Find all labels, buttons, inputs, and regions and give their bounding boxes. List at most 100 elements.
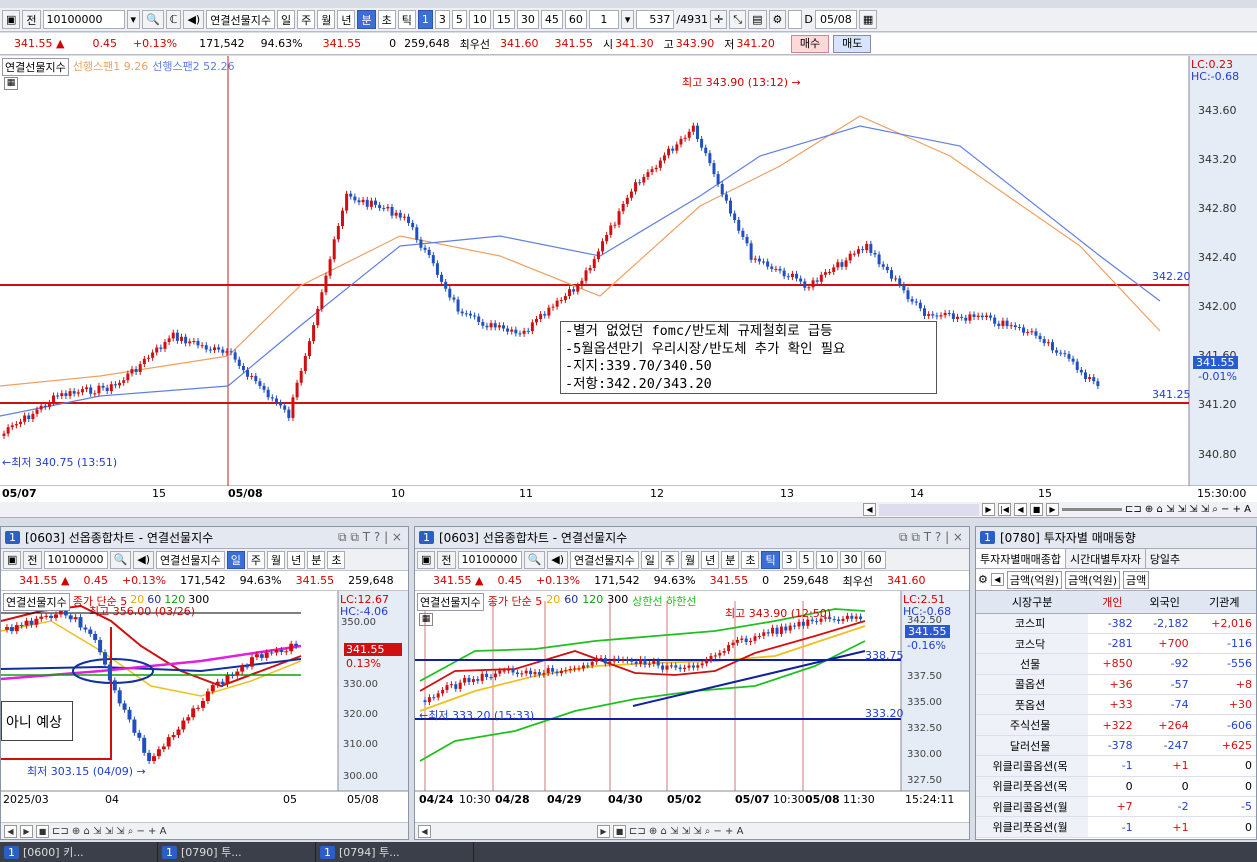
panel1-period-year[interactable]: 년	[287, 550, 306, 569]
save-icon[interactable]: ▤	[748, 10, 767, 29]
panel2-symbol[interactable]: 연결선물지수	[570, 550, 639, 569]
panel2-jeon[interactable]: 전	[437, 550, 456, 569]
tab-today[interactable]: 당일추	[1146, 549, 1184, 568]
panel2-period-year[interactable]: 년	[701, 550, 720, 569]
interval-30[interactable]: 30	[516, 10, 539, 29]
layout-icon[interactable]: ▣	[2, 10, 21, 29]
panel1-period-second[interactable]: 초	[327, 550, 346, 569]
interval-15[interactable]: 15	[492, 10, 515, 29]
panel2-period-tick[interactable]: 틱	[761, 550, 780, 569]
panel2-code[interactable]: 10100000	[457, 550, 522, 569]
calendar-icon[interactable]: ▦	[858, 10, 878, 29]
panel1-period-month[interactable]: 월	[266, 550, 286, 569]
date-checkbox[interactable]	[788, 10, 803, 29]
panel1-period-minute[interactable]: 분	[307, 550, 326, 569]
task-0790[interactable]: 1 [0790] 투...	[158, 842, 316, 862]
search-icon[interactable]: 🔍	[142, 10, 164, 29]
zoom-icon[interactable]: ⤡	[729, 10, 747, 29]
panel2-play-icon[interactable]: ■	[613, 824, 626, 838]
interval-5[interactable]: 5	[451, 10, 467, 29]
panel1-legend-symbol[interactable]: 연결선물지수	[3, 593, 70, 611]
panel2-period-day[interactable]: 일	[640, 550, 659, 569]
panel2-layout-icon[interactable]: ▣	[417, 550, 436, 569]
panel2-interval-60[interactable]: 60	[863, 550, 886, 569]
grid-icon[interactable]: ▦	[4, 77, 18, 90]
chart-type-icon[interactable]: ℂ	[165, 10, 182, 29]
panel2-sound-icon[interactable]: ◀)	[547, 550, 568, 569]
panel3-opt3[interactable]: 금액	[1123, 570, 1150, 589]
panel1-window-controls[interactable]: ⧉ ⧉ T ? | ×	[338, 530, 408, 545]
panel2-period-month[interactable]: 월	[680, 550, 700, 569]
period-second[interactable]: 초	[377, 10, 396, 29]
speed-slider[interactable]	[1062, 508, 1122, 511]
gear-icon[interactable]: ⚙	[768, 10, 787, 29]
panel3-gear-icon[interactable]: ⚙	[978, 573, 988, 586]
panel1-tool-icons[interactable]: ⊏⊐ ⊕ ⌂ ⇲ ⇲ ⇲ ⌕ − + A	[52, 826, 166, 837]
unit-dropdown-icon[interactable]: ▾	[620, 10, 635, 29]
panel2-period-week[interactable]: 주	[660, 550, 679, 569]
panel2-scroll-right-icon[interactable]: ▶	[597, 824, 610, 838]
crosshair-icon[interactable]: ✛	[710, 10, 728, 29]
interval-1[interactable]: 1	[417, 10, 433, 29]
period-week[interactable]: 주	[297, 10, 316, 29]
dropdown-icon[interactable]: ▾	[126, 10, 141, 29]
period-minute[interactable]: 분	[357, 10, 376, 29]
panel3-opt2[interactable]: 금액(억원)	[1064, 570, 1121, 589]
panel1-symbol[interactable]: 연결선물지수	[156, 550, 225, 569]
interval-10[interactable]: 10	[468, 10, 491, 29]
panel3-opt1[interactable]: 금액(억원)	[1006, 570, 1062, 589]
panel2-search-icon[interactable]: 🔍	[523, 550, 546, 569]
jeon-button[interactable]: 전	[22, 10, 41, 29]
panel1-play-icon[interactable]: ■	[36, 824, 49, 838]
interval-60[interactable]: 60	[564, 10, 587, 29]
sell-button[interactable]: 매도	[833, 34, 872, 53]
period-tick[interactable]: 틱	[397, 10, 416, 29]
panel1-period-day[interactable]: 일	[226, 550, 245, 569]
scroll-thumb[interactable]	[879, 503, 979, 516]
scroll-left-icon[interactable]: ◀	[863, 503, 876, 516]
panel1-plot[interactable]: 연결선물지수 종가 단순 5 20 60 120 300 최고 356.00 (…	[1, 591, 408, 822]
panel1-scroll-right-icon[interactable]: ▶	[20, 824, 33, 838]
count-input[interactable]: 537	[636, 10, 675, 29]
play-back-icon[interactable]: |◀	[998, 503, 1011, 516]
period-year[interactable]: 년	[337, 10, 356, 29]
interval-45[interactable]: 45	[540, 10, 563, 29]
play-stop-icon[interactable]: ■	[1030, 503, 1043, 516]
panel2-scroll-left-icon[interactable]: ◀	[418, 824, 431, 838]
play-next-icon[interactable]: ▶	[1046, 503, 1059, 516]
task-0794[interactable]: 1 [0794] 투...	[316, 842, 474, 862]
panel1-scrollbar[interactable]: ◀ ▶ ■ ⊏⊐ ⊕ ⌂ ⇲ ⇲ ⇲ ⌕ − + A	[1, 822, 408, 839]
panel2-period-second[interactable]: 초	[741, 550, 760, 569]
tab-summary[interactable]: 투자자별매매종합	[976, 549, 1066, 568]
legend-symbol[interactable]: 연결선물지수	[2, 58, 69, 76]
panel2-tool-icons[interactable]: ⊏⊐ ⊕ ⌂ ⇲ ⇲ ⇲ ⌕ − + A	[629, 826, 743, 837]
panel2-plot[interactable]: 연결선물지수 종가 단순 5 20 60 120 300 상한선 하한선 ▦ 최…	[415, 591, 969, 822]
panel2-grid-icon[interactable]: ▦	[419, 613, 433, 626]
panel2-interval-5[interactable]: 5	[798, 550, 814, 569]
interval-3[interactable]: 3	[434, 10, 450, 29]
main-chart[interactable]: 연결선물지수 선행스팬1 9.26 선행스팬2 52.26 ▦ LC:0.23 …	[0, 56, 1257, 502]
tab-hourly[interactable]: 시간대별투자자	[1066, 549, 1146, 568]
panel1-period-week[interactable]: 주	[246, 550, 265, 569]
sound-icon[interactable]: ◀)	[183, 10, 205, 29]
panel1-layout-icon[interactable]: ▣	[3, 550, 22, 569]
tool-icons[interactable]: ⊏⊐ ⊕ ⌂ ⇲ ⇲ ⇲ ⇲ ⌕ − + A	[1125, 504, 1251, 515]
date-input[interactable]: 05/08	[814, 10, 857, 29]
main-scrollbar[interactable]: ◀ ▶ |◀ ◀ ■ ▶ ⊏⊐ ⊕ ⌂ ⇲ ⇲ ⇲ ⇲ ⌕ − + A	[0, 502, 1257, 518]
code-input[interactable]: 10100000	[42, 10, 125, 29]
panel2-legend-symbol[interactable]: 연결선물지수	[417, 593, 484, 611]
panel1-search-icon[interactable]: 🔍	[109, 550, 132, 569]
panel2-interval-30[interactable]: 30	[839, 550, 862, 569]
panel1-scroll-left-icon[interactable]: ◀	[4, 824, 17, 838]
scroll-right-icon[interactable]: ▶	[982, 503, 995, 516]
period-day[interactable]: 일	[276, 10, 296, 29]
buy-button[interactable]: 매수	[790, 34, 830, 53]
panel1-code[interactable]: 10100000	[43, 550, 108, 569]
panel2-scrollbar[interactable]: ◀ ▶ ■ ⊏⊐ ⊕ ⌂ ⇲ ⇲ ⇲ ⌕ − + A	[415, 822, 969, 839]
panel1-sound-icon[interactable]: ◀)	[133, 550, 154, 569]
symbol-name[interactable]: 연결선물지수	[206, 10, 275, 29]
panel1-jeon[interactable]: 전	[23, 550, 42, 569]
panel2-interval-3[interactable]: 3	[781, 550, 797, 569]
panel2-period-minute[interactable]: 분	[721, 550, 740, 569]
panel3-prev-icon[interactable]: ◀	[990, 573, 1004, 586]
